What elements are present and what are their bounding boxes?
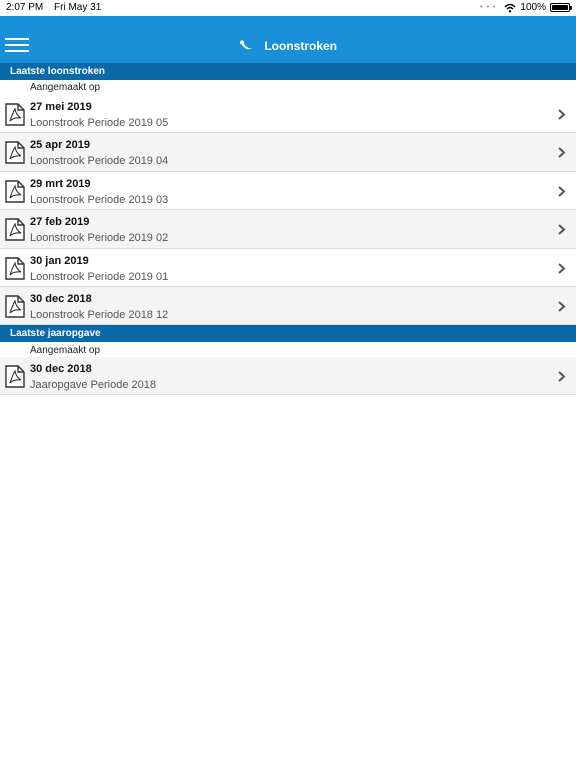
item-date: 27 mei 2019	[30, 101, 92, 113]
item-description: Jaaropgave Periode 2018	[30, 379, 156, 391]
status-left: 2:07 PM Fri May 31	[6, 2, 109, 13]
section-header-jaaropgave: Laatste jaaropgave	[0, 325, 576, 342]
chevron-right-icon	[558, 301, 566, 312]
nav-bar: Loonstroken	[0, 16, 576, 63]
chevron-right-icon	[558, 147, 566, 158]
pdf-file-icon	[5, 103, 25, 126]
pdf-file-icon	[5, 365, 25, 388]
chevron-right-icon	[558, 371, 566, 382]
item-description: Loonstrook Periode 2019 02	[30, 232, 169, 244]
status-right: • • • 100%	[480, 2, 572, 13]
list-item[interactable]: 27 mei 2019 Loonstrook Periode 2019 05	[0, 95, 576, 133]
multitasking-dots-icon: • • •	[480, 4, 497, 11]
battery-fill	[552, 5, 568, 10]
status-time: 2:07 PM	[6, 2, 44, 13]
pdf-file-icon	[5, 218, 25, 241]
item-date: 30 jan 2019	[30, 255, 89, 267]
item-date: 27 feb 2019	[30, 216, 90, 228]
column-caption-created: Aangemaakt op	[30, 82, 101, 93]
list-item[interactable]: 30 dec 2018 Loonstrook Periode 2018 12	[0, 287, 576, 325]
item-description: Loonstrook Periode 2019 05	[30, 117, 169, 129]
battery-icon	[550, 3, 572, 12]
item-description: Loonstrook Periode 2019 03	[30, 194, 169, 206]
pdf-file-icon	[5, 141, 25, 164]
list-item[interactable]: 30 jan 2019 Loonstrook Periode 2019 01	[0, 249, 576, 287]
chevron-right-icon	[558, 109, 566, 120]
item-date: 25 apr 2019	[30, 139, 90, 151]
nav-title-wrap: Loonstroken	[0, 39, 576, 53]
column-caption-created: Aangemaakt op	[30, 345, 101, 356]
page-title: Loonstroken	[264, 39, 337, 53]
chevron-right-icon	[558, 224, 566, 235]
pdf-file-icon	[5, 295, 25, 318]
item-date: 29 mrt 2019	[30, 178, 91, 190]
wifi-icon	[504, 3, 516, 12]
status-date: Fri May 31	[54, 2, 102, 13]
item-date: 30 dec 2018	[30, 363, 92, 375]
item-description: Loonstrook Periode 2019 04	[30, 155, 169, 167]
battery-percent: 100%	[520, 2, 546, 13]
chevron-right-icon	[558, 263, 566, 274]
pdf-file-icon	[5, 180, 25, 203]
list-item[interactable]: 29 mrt 2019 Loonstrook Periode 2019 03	[0, 172, 576, 210]
item-date: 30 dec 2018	[30, 293, 92, 305]
item-description: Loonstrook Periode 2019 01	[30, 271, 169, 283]
brand-logo-icon	[239, 40, 253, 50]
pdf-file-icon	[5, 257, 25, 280]
status-bar: 2:07 PM Fri May 31 • • • 100%	[0, 0, 576, 16]
list-item[interactable]: 25 apr 2019 Loonstrook Periode 2019 04	[0, 133, 576, 172]
list-item[interactable]: 30 dec 2018 Jaaropgave Periode 2018	[0, 357, 576, 395]
chevron-right-icon	[558, 186, 566, 197]
section-header-loonstroken: Laatste loonstroken	[0, 63, 576, 80]
item-description: Loonstrook Periode 2018 12	[30, 309, 169, 321]
list-item[interactable]: 27 feb 2019 Loonstrook Periode 2019 02	[0, 210, 576, 249]
